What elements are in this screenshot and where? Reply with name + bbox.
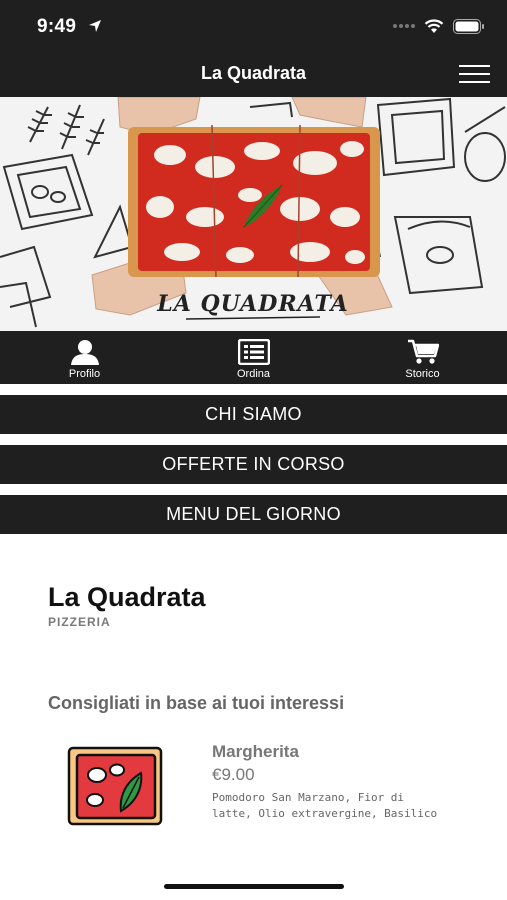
tab-bar: Profilo Ordina Storico xyxy=(0,331,507,384)
product-card[interactable]: Margherita €9.00 Pomodoro San Marzano, F… xyxy=(48,730,448,840)
tab-ordina[interactable]: Ordina xyxy=(169,331,338,384)
list-icon xyxy=(237,339,270,365)
page-title: La Quadrata xyxy=(200,63,307,83)
tab-label: Ordina xyxy=(236,368,271,380)
product-description: Pomodoro San Marzano, Fior di latte, Oli… xyxy=(212,791,438,820)
hero-pizza-image: LA QUADRATA xyxy=(0,97,507,331)
hero-logo: LA QUADRATA xyxy=(156,291,348,317)
product-price: €9.00 xyxy=(212,765,255,784)
tab-label: Profilo xyxy=(68,368,101,380)
product-name: Margherita xyxy=(212,742,299,761)
chi-siamo-button[interactable]: CHI SIAMO xyxy=(0,395,507,434)
status-bar: 9:49 xyxy=(0,0,507,52)
wifi-icon xyxy=(424,18,444,33)
status-time: 9:49 xyxy=(37,16,77,37)
hero-banner: LA QUADRATA xyxy=(0,97,507,331)
tab-storico[interactable]: Storico xyxy=(338,331,507,384)
menu-icon[interactable] xyxy=(459,65,490,83)
cart-icon xyxy=(407,339,439,364)
offerte-in-corso-button[interactable]: OFFERTE IN CORSO xyxy=(0,445,507,484)
shop-name: La Quadrata xyxy=(48,582,206,612)
tab-profilo[interactable]: Profilo xyxy=(0,331,169,384)
nav-bar: La Quadrata xyxy=(0,52,507,97)
shop-category: PIZZERIA xyxy=(48,615,111,629)
signal-icon xyxy=(393,24,415,28)
recommended-title: Consigliati in base ai tuoi interessi xyxy=(48,693,345,713)
home-indicator[interactable] xyxy=(164,884,344,889)
menu-del-giorno-button[interactable]: MENU DEL GIORNO xyxy=(0,495,507,534)
battery-icon xyxy=(453,18,484,34)
tab-label: Storico xyxy=(405,368,440,380)
person-icon xyxy=(70,340,99,365)
location-arrow-icon xyxy=(89,20,101,32)
pizza-icon xyxy=(67,746,163,826)
